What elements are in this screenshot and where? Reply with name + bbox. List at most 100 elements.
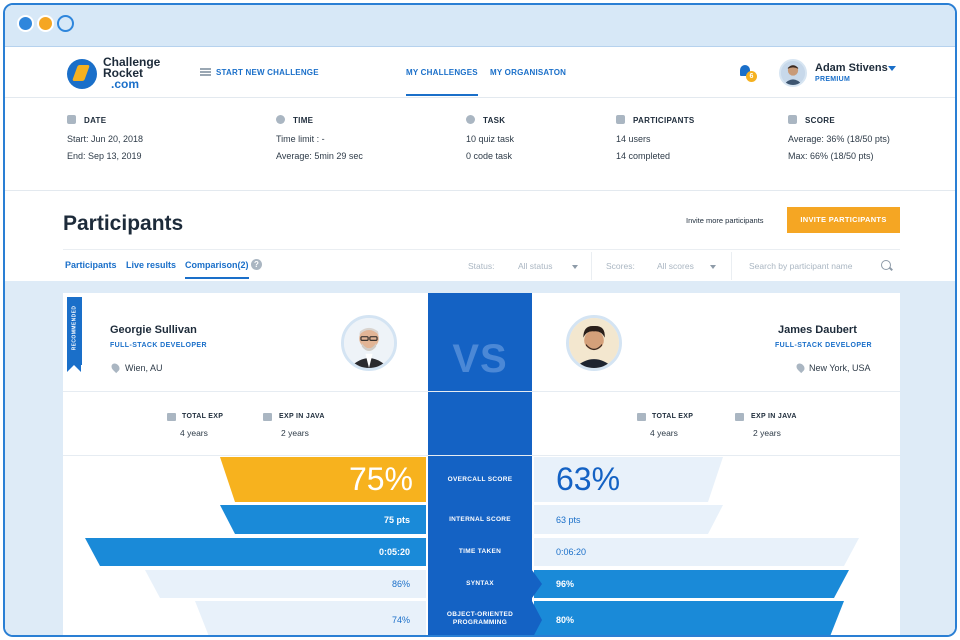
left-candidate-location: Wien, AU (125, 363, 163, 373)
tab-participants[interactable]: Participants (65, 260, 117, 270)
row-label-internal-score: INTERNAL SCORE (449, 516, 511, 523)
challenge-stats-bar: DATE Start: Jun 20, 2018 End: Sep 13, 20… (5, 99, 955, 191)
window-titlebar (5, 5, 955, 47)
stat-task-code: 0 code task (466, 151, 513, 161)
bar-chart-icon (788, 115, 797, 124)
left-candidate-avatar[interactable] (341, 315, 397, 371)
left-value-oop: 74% (391, 615, 410, 625)
row-label-time-taken: TIME TAKEN (458, 548, 502, 555)
stat-score-average: Average: 36% (18/50 pts) (788, 134, 890, 144)
left-candidate-role: FULL-STACK DEVELOPER (110, 342, 207, 349)
left-java-exp-value: 2 years (281, 428, 309, 438)
left-value-overall-score: 75% (348, 461, 413, 497)
tab-comparison[interactable]: Comparison(2) (185, 260, 249, 279)
right-java-exp-label: EXP IN JAVA (751, 413, 797, 420)
location-pin-icon (109, 361, 122, 374)
stat-task-quiz: 10 quiz task (466, 134, 515, 144)
stat-score-label: SCORE (805, 116, 835, 125)
top-navbar: Challenge Rocket .com START NEW CHALLENG… (5, 48, 955, 98)
stat-participants-label: PARTICIPANTS (633, 116, 695, 125)
stat-participants-completed: 14 completed (616, 151, 671, 161)
help-icon[interactable]: ? (251, 259, 262, 270)
right-java-exp-value: 2 years (753, 428, 781, 438)
briefcase-icon (167, 413, 176, 421)
right-value-internal-score: 63 pts (556, 515, 581, 525)
browser-window: Challenge Rocket .com START NEW CHALLENG… (3, 3, 957, 637)
participants-header: Participants Invite more participants IN… (5, 192, 955, 280)
recommended-label: RECOMMENDED (71, 305, 78, 351)
check-circle-icon (466, 115, 475, 124)
stat-participants-users: 14 users (616, 134, 651, 144)
divider (731, 252, 732, 280)
right-bar-syntax (534, 570, 849, 598)
calendar-icon (67, 115, 76, 124)
user-plan-badge: PREMIUM (815, 76, 851, 83)
left-value-time-taken: 0:05:20 (378, 547, 410, 557)
stat-time-label: TIME (293, 116, 314, 125)
window-minimize-dot[interactable] (37, 15, 54, 32)
invite-participants-button[interactable]: INVITE PARTICIPANTS (787, 207, 900, 233)
left-candidate-photo (344, 318, 394, 368)
scores-filter-label: Scores: (606, 261, 635, 271)
stat-participants: PARTICIPANTS 14 users 14 completed (616, 115, 695, 161)
vs-label: VS (452, 337, 508, 381)
status-chevron-down-icon[interactable] (572, 265, 578, 269)
left-candidate-name[interactable]: Georgie Sullivan (110, 324, 197, 336)
invite-more-participants-link[interactable]: Invite more participants (686, 216, 764, 225)
clock-icon (276, 115, 285, 124)
user-avatar-image (781, 61, 805, 85)
left-value-internal-score: 75 pts (383, 515, 410, 525)
right-value-oop: 80% (556, 615, 575, 625)
right-candidate-role: FULL-STACK DEVELOPER (775, 342, 872, 349)
nav-tab-my-organisation[interactable]: MY ORGANISATON (490, 68, 566, 77)
left-java-exp-label: EXP IN JAVA (279, 413, 325, 420)
stat-time-average: Average: 5min 29 sec (276, 151, 363, 161)
right-candidate-name[interactable]: James Daubert (778, 324, 857, 336)
briefcase-icon (637, 413, 646, 421)
stat-time: TIME Time limit : - Average: 5min 29 sec (276, 115, 363, 161)
search-input[interactable]: Search by participant name (749, 261, 852, 271)
user-menu-chevron-down-icon[interactable] (888, 66, 896, 71)
row-label-overall-score: OVERCALL SCORE (447, 476, 513, 483)
divider (63, 249, 900, 250)
user-avatar[interactable] (779, 59, 807, 87)
left-total-exp-label: TOTAL EXP (182, 413, 224, 420)
scores-filter-select[interactable]: All scores (657, 261, 694, 271)
right-value-syntax: 96% (556, 579, 575, 589)
right-value-time-taken: 0:06:20 (556, 547, 587, 557)
right-candidate-avatar[interactable] (566, 315, 622, 371)
right-total-exp-label: TOTAL EXP (652, 413, 694, 420)
right-value-overall-score: 63% (556, 461, 621, 497)
right-bar-oop (534, 601, 844, 635)
right-total-exp-value: 4 years (650, 428, 678, 438)
stat-date-end: End: Sep 13, 2019 (67, 151, 142, 161)
rocket-logo-icon (67, 59, 97, 89)
row-label-oop: OBJECT-ORIENTED PROGRAMMING (446, 611, 514, 626)
stat-task: TASK 10 quiz task 0 code task (466, 115, 514, 161)
stat-score: SCORE Average: 36% (18/50 pts) Max: 66% … (788, 115, 890, 161)
location-pin-icon (794, 361, 807, 374)
stat-date-label: DATE (84, 116, 107, 125)
challenge-rocket-logo[interactable]: Challenge Rocket .com (67, 56, 187, 92)
notification-count-badge: 6 (746, 71, 757, 82)
notifications-bell[interactable]: 6 (738, 65, 757, 82)
search-icon[interactable] (881, 260, 891, 270)
logo-line-3: .com (111, 77, 140, 91)
left-value-syntax: 86% (391, 579, 410, 589)
tab-live-results[interactable]: Live results (126, 260, 176, 270)
list-icon (263, 413, 272, 421)
user-name[interactable]: Adam Stivens (815, 62, 888, 74)
list-icon (200, 68, 211, 76)
stat-date-start: Start: Jun 20, 2018 (67, 134, 144, 144)
window-close-dot[interactable] (17, 15, 34, 32)
window-maximize-dot[interactable] (57, 15, 74, 32)
nav-tab-my-challenges[interactable]: MY CHALLENGES (406, 68, 478, 96)
right-candidate-photo (569, 318, 619, 368)
scores-chevron-down-icon[interactable] (710, 265, 716, 269)
stat-date: DATE Start: Jun 20, 2018 End: Sep 13, 20… (67, 115, 143, 161)
page-title: Participants (63, 212, 184, 235)
row-label-syntax: SYNTAX (466, 580, 494, 587)
right-candidate-location: New York, USA (809, 363, 871, 373)
start-new-challenge-link[interactable]: START NEW CHALLENGE (200, 68, 319, 77)
status-filter-select[interactable]: All status (518, 261, 553, 271)
